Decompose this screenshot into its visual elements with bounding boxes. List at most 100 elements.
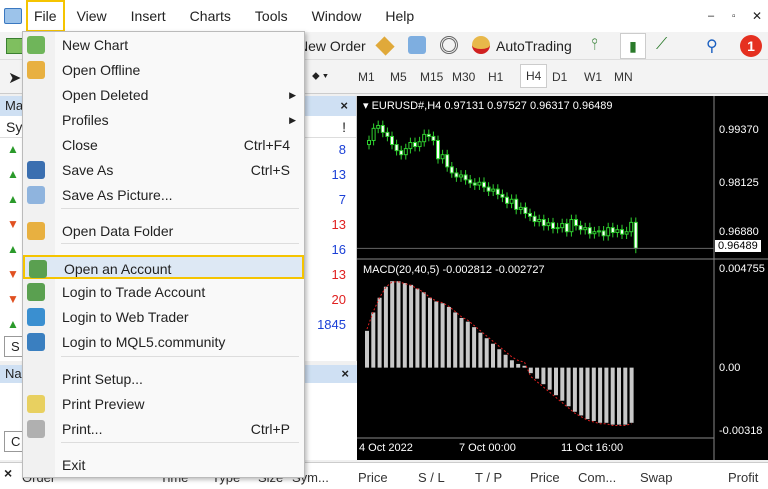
column-header[interactable]: Profit bbox=[728, 470, 758, 485]
restore-button[interactable]: ▫ bbox=[732, 11, 736, 22]
candle bbox=[426, 133, 431, 137]
objects-dropdown-icon[interactable]: ⬥ ▾ bbox=[312, 70, 328, 83]
menu-item-new-chart[interactable]: New Chart bbox=[23, 33, 304, 57]
macd-bar bbox=[604, 367, 609, 423]
timeframe-m1[interactable]: M1 bbox=[358, 70, 375, 84]
menu-item-open-offline[interactable]: Open Offline bbox=[23, 58, 304, 82]
menu-item-save-as-picture[interactable]: Save As Picture... bbox=[23, 183, 304, 207]
candle bbox=[394, 144, 399, 152]
menu-item-profiles[interactable]: Profiles ▶ bbox=[23, 108, 304, 132]
menu-item-label: Print... bbox=[62, 421, 103, 437]
menu-tools[interactable]: Tools bbox=[243, 0, 300, 32]
menu-item-close[interactable]: Close Ctrl+F4 bbox=[23, 133, 304, 157]
menu-item-label: Login to Trade Account bbox=[62, 284, 206, 300]
menu-separator bbox=[61, 442, 299, 443]
radar-icon[interactable] bbox=[440, 36, 458, 54]
autotrading-button[interactable]: AutoTrading bbox=[496, 38, 572, 54]
menu-item-print-setup[interactable]: Print Setup... bbox=[23, 367, 304, 391]
menu-item-login-to-trade-account[interactable]: Login to Trade Account bbox=[23, 280, 304, 304]
menu-help[interactable]: Help bbox=[373, 0, 426, 32]
menu-view[interactable]: View bbox=[65, 0, 119, 32]
candle bbox=[551, 222, 555, 229]
autotrading-icon[interactable] bbox=[472, 36, 490, 54]
chart-canvas[interactable] bbox=[357, 96, 768, 460]
new-order-button[interactable]: New Order bbox=[298, 38, 366, 54]
menu-window[interactable]: Window bbox=[300, 0, 374, 32]
timeframe-m5[interactable]: M5 bbox=[390, 70, 407, 84]
column-header[interactable]: Price bbox=[358, 470, 388, 485]
candle bbox=[505, 196, 509, 204]
close-terminal-icon[interactable]: × bbox=[4, 465, 12, 481]
time-label: 4 Oct 2022 bbox=[359, 442, 413, 454]
macd-bar bbox=[484, 338, 489, 368]
timeframe-m30[interactable]: M30 bbox=[452, 70, 475, 84]
close-window-button[interactable]: ✕ bbox=[752, 9, 762, 23]
menu-item-exit[interactable]: Exit bbox=[23, 453, 304, 477]
column-header[interactable]: Swap bbox=[640, 470, 673, 485]
macd-bar bbox=[446, 306, 451, 368]
shortcut-label: Ctrl+F4 bbox=[243, 137, 290, 153]
candle-chart-icon[interactable]: ▮ bbox=[620, 33, 646, 59]
macd-bar bbox=[503, 354, 508, 368]
cursor-icon[interactable]: ➤ bbox=[8, 68, 21, 88]
menu-item-login-to-mql5-community[interactable]: Login to MQL5.community bbox=[23, 330, 304, 354]
menu-charts[interactable]: Charts bbox=[178, 0, 243, 32]
search-icon[interactable]: ⚲ bbox=[706, 36, 718, 56]
spread-value: 13 bbox=[331, 267, 346, 282]
timeframe-m15[interactable]: M15 bbox=[420, 70, 443, 84]
candle bbox=[500, 193, 505, 198]
symbol-column[interactable]: Sy bbox=[6, 119, 22, 135]
macd-bar bbox=[371, 312, 376, 368]
print-preview-icon bbox=[27, 395, 45, 413]
menu-item-open-deleted[interactable]: Open Deleted ▶ bbox=[23, 83, 304, 107]
macd-bar bbox=[572, 367, 577, 412]
menu-item-print-preview[interactable]: Print Preview bbox=[23, 392, 304, 416]
mql5-icon bbox=[27, 333, 45, 351]
notification-badge[interactable]: 1 bbox=[740, 35, 762, 57]
timeframe-h1[interactable]: H1 bbox=[488, 70, 503, 84]
menu-item-label: Open an Account bbox=[64, 261, 172, 277]
arrow-up-icon: ▲ bbox=[7, 192, 19, 206]
menu-item-label: Print Preview bbox=[62, 396, 145, 412]
menu-item-print[interactable]: Print... Ctrl+P bbox=[23, 417, 304, 441]
close-panel-icon[interactable]: × bbox=[340, 98, 348, 113]
submenu-arrow-icon: ▶ bbox=[289, 115, 296, 125]
column-header[interactable]: Com... bbox=[578, 470, 616, 485]
menu-item-open-an-account[interactable]: Open an Account bbox=[23, 255, 304, 279]
timeframe-h4[interactable]: H4 bbox=[520, 64, 548, 88]
candle bbox=[546, 222, 551, 227]
minimize-button[interactable]: – bbox=[708, 10, 714, 22]
candle bbox=[601, 230, 606, 237]
signals-icon[interactable] bbox=[408, 36, 426, 54]
candle bbox=[629, 221, 634, 233]
column-header[interactable]: Price bbox=[530, 470, 560, 485]
menu-insert[interactable]: Insert bbox=[119, 0, 178, 32]
arrow-up-icon: ▲ bbox=[7, 167, 19, 181]
column-header[interactable]: S / L bbox=[418, 470, 445, 485]
candle bbox=[445, 154, 450, 168]
menu-separator bbox=[61, 208, 299, 209]
candle bbox=[615, 229, 620, 234]
line-chart-icon[interactable]: ⟋ bbox=[656, 36, 667, 54]
timeframe-d1[interactable]: D1 bbox=[552, 70, 567, 84]
menu-item-login-to-web-trader[interactable]: Login to Web Trader bbox=[23, 305, 304, 329]
candle bbox=[569, 219, 574, 233]
candle bbox=[449, 166, 454, 174]
menu-item-save-as[interactable]: Save As Ctrl+S bbox=[23, 158, 304, 182]
spread-column[interactable]: ! bbox=[342, 119, 346, 135]
menu-item-label: Open Data Folder bbox=[62, 223, 174, 239]
column-header[interactable]: T / P bbox=[475, 470, 502, 485]
timeframe-mn[interactable]: MN bbox=[614, 70, 633, 84]
chart-window[interactable]: ▾ EURUSD#,H4 0.97131 0.97527 0.96317 0.9… bbox=[357, 96, 768, 460]
candle bbox=[597, 230, 601, 233]
menu-item-label: Open Offline bbox=[62, 62, 141, 78]
menu-file[interactable]: File bbox=[26, 0, 65, 32]
candle bbox=[606, 227, 611, 237]
menu-separator bbox=[61, 356, 299, 357]
candle bbox=[482, 181, 486, 188]
bar-chart-icon[interactable]: ⫯ bbox=[591, 36, 598, 54]
close-navigator-icon[interactable]: × bbox=[341, 366, 349, 381]
timeframe-w1[interactable]: W1 bbox=[584, 70, 602, 84]
menu-item-open-data-folder[interactable]: Open Data Folder bbox=[23, 219, 304, 243]
price-label: 0.98125 bbox=[719, 177, 759, 189]
